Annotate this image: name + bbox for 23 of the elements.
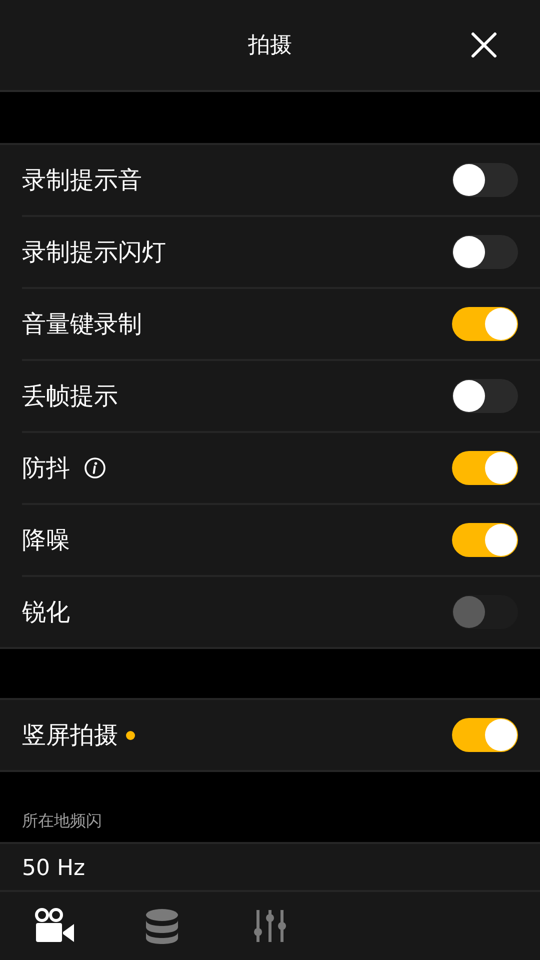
setting-label: 防抖 <box>22 453 70 484</box>
setting-label: 竖屏拍摄 <box>22 720 118 751</box>
video-camera-icon[interactable] <box>33 908 75 944</box>
section-header: 所在地频闪 <box>22 811 102 832</box>
toggle-switch[interactable] <box>452 718 518 752</box>
setting-label: 降噪 <box>22 525 70 556</box>
sliders-icon[interactable] <box>252 908 288 944</box>
close-icon[interactable] <box>470 31 498 59</box>
setting-label: 录制提示音 <box>22 165 142 196</box>
setting-label: 音量键录制 <box>22 309 142 340</box>
setting-label: 丢帧提示 <box>22 381 118 412</box>
frequency-value[interactable]: 50 Hz <box>22 856 86 881</box>
toggle-switch[interactable] <box>452 523 518 557</box>
info-icon[interactable] <box>84 457 106 479</box>
database-icon[interactable] <box>145 908 179 944</box>
setting-label: 录制提示闪灯 <box>22 237 166 268</box>
toggle-switch[interactable] <box>452 235 518 269</box>
screen-title: 拍摄 <box>248 32 292 60</box>
toggle-switch[interactable] <box>452 163 518 197</box>
setting-label: 锐化 <box>22 597 70 628</box>
toggle-switch[interactable] <box>452 307 518 341</box>
toggle-switch[interactable] <box>452 379 518 413</box>
toggle-switch[interactable] <box>452 451 518 485</box>
